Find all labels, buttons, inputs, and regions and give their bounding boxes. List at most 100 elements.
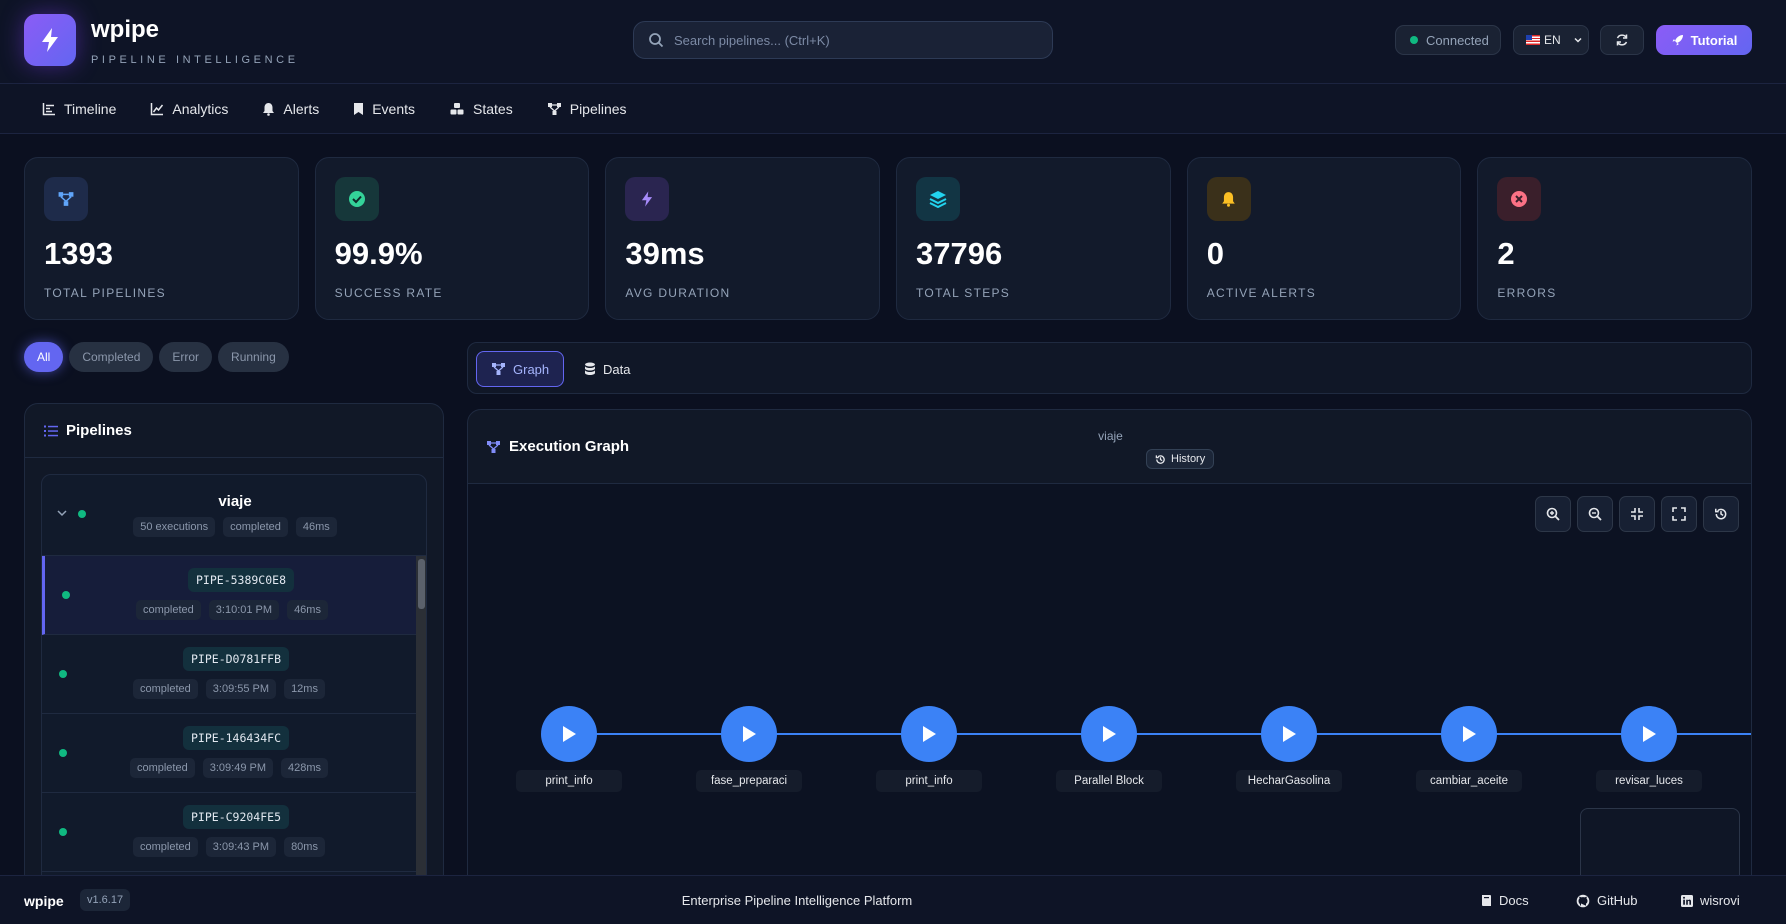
play-icon	[1103, 726, 1116, 742]
duration-chip: 428ms	[281, 758, 329, 778]
cubes-icon	[450, 102, 464, 114]
node-circle[interactable]	[1621, 706, 1677, 762]
stat-label: AVG DURATION	[625, 286, 731, 300]
node-circle[interactable]	[721, 706, 777, 762]
nav-analytics[interactable]: Analytics	[150, 101, 228, 117]
search-input[interactable]	[674, 32, 1034, 48]
nav-timeline[interactable]: Timeline	[42, 101, 116, 117]
tab-label: Graph	[513, 361, 550, 377]
view-tabs: Graph Data	[467, 342, 1752, 394]
play-icon	[563, 726, 576, 742]
status-dot-icon	[62, 591, 70, 599]
node-label: HecharGasolina	[1236, 770, 1342, 792]
stat-success-rate: 99.9% SUCCESS RATE	[314, 157, 590, 320]
language-select[interactable]: EN	[1513, 25, 1589, 55]
graph-node[interactable]: Parallel Block	[1049, 706, 1169, 792]
run-meta: completed 3:09:49 PM 428ms	[42, 758, 416, 778]
zoom-in-button[interactable]	[1535, 496, 1571, 532]
nav-events[interactable]: Events	[353, 101, 415, 117]
scrollbar-thumb[interactable]	[418, 559, 425, 609]
stat-icon-box	[334, 177, 379, 221]
run-item[interactable]: PIPE-5389C0E8 completed 3:10:01 PM 46ms	[42, 556, 416, 635]
node-circle[interactable]	[541, 706, 597, 762]
fit-view-button[interactable]	[1619, 496, 1655, 532]
github-link[interactable]: GitHub	[1576, 893, 1637, 908]
play-icon	[1463, 726, 1476, 742]
stat-value: 1393	[44, 236, 113, 271]
graph-node[interactable]: fase_preparaci	[689, 706, 809, 792]
filter-running[interactable]: Running	[218, 342, 289, 372]
chevron-down-icon	[1574, 37, 1582, 43]
duration-chip: 12ms	[284, 679, 325, 699]
history-button[interactable]: History	[1146, 449, 1215, 469]
node-label: Parallel Block	[1056, 770, 1162, 792]
filter-completed[interactable]: Completed	[69, 342, 154, 372]
stat-total-steps: 37796 TOTAL STEPS	[896, 157, 1171, 320]
status-chip: completed	[223, 517, 288, 537]
nav-label: Events	[372, 100, 416, 117]
node-label: revisar_luces	[1596, 770, 1702, 792]
stats-row: 1393 TOTAL PIPELINES 99.9% SUCCESS RATE …	[24, 157, 1753, 320]
graph-node[interactable]: revisar_luces	[1589, 706, 1709, 792]
bell-icon	[1222, 192, 1235, 207]
run-meta: completed 3:10:01 PM 46ms	[45, 600, 419, 620]
stat-value: 37796	[916, 236, 1003, 271]
search-icon	[649, 33, 664, 48]
run-item[interactable]: PIPE-146434FC completed 3:09:49 PM 428ms	[42, 714, 416, 793]
footer-tagline: Enterprise Pipeline Intelligence Platfor…	[681, 893, 913, 908]
status-dot-icon	[1410, 36, 1418, 44]
author-link[interactable]: wisrovi	[1681, 893, 1740, 908]
group-header[interactable]: viaje 50 executions completed 46ms	[42, 475, 426, 556]
zoom-out-button[interactable]	[1577, 496, 1613, 532]
play-icon	[923, 726, 936, 742]
executions-chip: 50 executions	[133, 517, 216, 537]
stat-value: 39ms	[625, 236, 705, 271]
play-icon	[1643, 726, 1656, 742]
graph-canvas[interactable]: print_info fase_preparaci print_info Par…	[468, 484, 1751, 908]
node-label: print_info	[876, 770, 982, 792]
status-dot-icon	[59, 670, 67, 678]
time-chip: 3:09:55 PM	[205, 679, 277, 699]
graph-node[interactable]: print_info	[869, 706, 989, 792]
panel-header: Pipelines	[25, 404, 443, 458]
search-box[interactable]	[633, 21, 1053, 59]
filter-error[interactable]: Error	[159, 342, 213, 372]
sitemap-icon	[547, 102, 561, 115]
run-item[interactable]: PIPE-D0781FFB completed 3:09:55 PM 12ms	[42, 635, 416, 714]
language-label: EN	[1544, 33, 1561, 47]
logo[interactable]	[24, 14, 76, 66]
run-id: PIPE-5389C0E8	[188, 568, 295, 592]
graph-node[interactable]: cambiar_aceite	[1409, 706, 1529, 792]
graph-node[interactable]: HecharGasolina	[1229, 706, 1349, 792]
bookmark-icon	[354, 102, 364, 115]
node-circle[interactable]	[901, 706, 957, 762]
tab-data[interactable]: Data	[570, 351, 644, 387]
nav-alerts[interactable]: Alerts	[262, 101, 319, 117]
docs-link[interactable]: Docs	[1481, 893, 1529, 908]
tab-label: Data	[603, 361, 631, 377]
status-chip: completed	[136, 600, 201, 620]
duration-chip: 46ms	[287, 600, 328, 620]
node-label: cambiar_aceite	[1416, 770, 1522, 792]
node-circle[interactable]	[1441, 706, 1497, 762]
run-item[interactable]: PIPE-C9204FE5 completed 3:09:43 PM 80ms	[42, 793, 416, 872]
refresh-button[interactable]	[1600, 25, 1644, 55]
nav-states[interactable]: States	[449, 101, 513, 117]
reset-view-button[interactable]	[1703, 496, 1739, 532]
tab-graph[interactable]: Graph	[476, 351, 565, 387]
panel-title: Pipelines	[66, 422, 132, 439]
nav-pipelines[interactable]: Pipelines	[547, 101, 627, 117]
node-circle[interactable]	[1081, 706, 1137, 762]
status-dot-icon	[59, 749, 67, 757]
filter-all[interactable]: All	[24, 342, 64, 372]
fullscreen-button[interactable]	[1661, 496, 1697, 532]
linkedin-icon	[1681, 894, 1693, 907]
graph-node[interactable]: print_info	[509, 706, 629, 792]
node-circle[interactable]	[1261, 706, 1317, 762]
tutorial-button[interactable]: Tutorial	[1656, 25, 1752, 55]
scrollbar[interactable]	[416, 556, 426, 902]
history-label: History	[1171, 453, 1206, 465]
node-label: fase_preparaci	[696, 770, 802, 792]
time-chip: 3:09:43 PM	[205, 837, 277, 857]
stat-value: 99.9%	[334, 236, 423, 271]
